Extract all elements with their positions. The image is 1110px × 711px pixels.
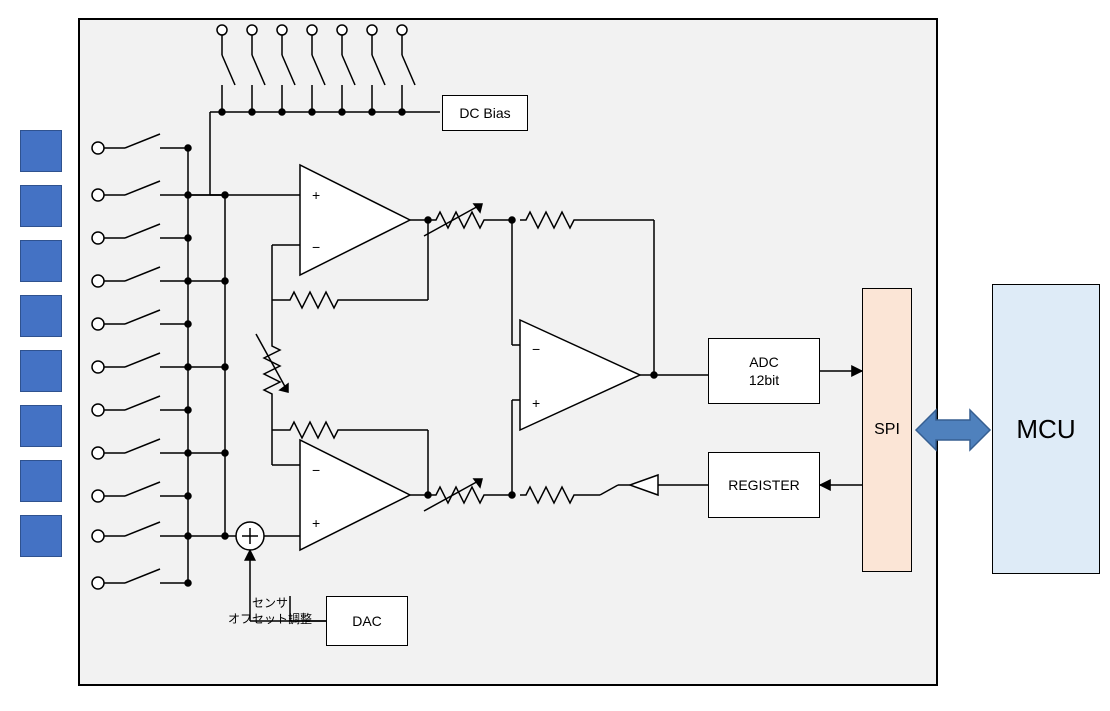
adc-block: ADC 12bit	[708, 338, 820, 404]
sensor-pad	[20, 130, 62, 172]
sensor-pad	[20, 405, 62, 447]
sensor-pad	[20, 350, 62, 392]
offset-adjust-label: センサ オフセット調整	[215, 596, 325, 627]
dc-bias-block: DC Bias	[442, 95, 528, 131]
sensor-pad	[20, 185, 62, 227]
register-block: REGISTER	[708, 452, 820, 518]
dac-label: DAC	[352, 612, 382, 630]
dac-block: DAC	[326, 596, 408, 646]
spi-label: SPI	[874, 421, 900, 439]
adc-label: ADC 12bit	[749, 353, 779, 389]
sensor-pad	[20, 295, 62, 337]
mcu-block: MCU	[992, 284, 1100, 574]
spi-block: SPI	[862, 288, 912, 572]
sensor-pad	[20, 240, 62, 282]
mcu-label: MCU	[1016, 414, 1075, 445]
sensor-pad	[20, 515, 62, 557]
sensor-pad	[20, 460, 62, 502]
dc-bias-label: DC Bias	[459, 104, 510, 122]
register-label: REGISTER	[728, 476, 800, 494]
